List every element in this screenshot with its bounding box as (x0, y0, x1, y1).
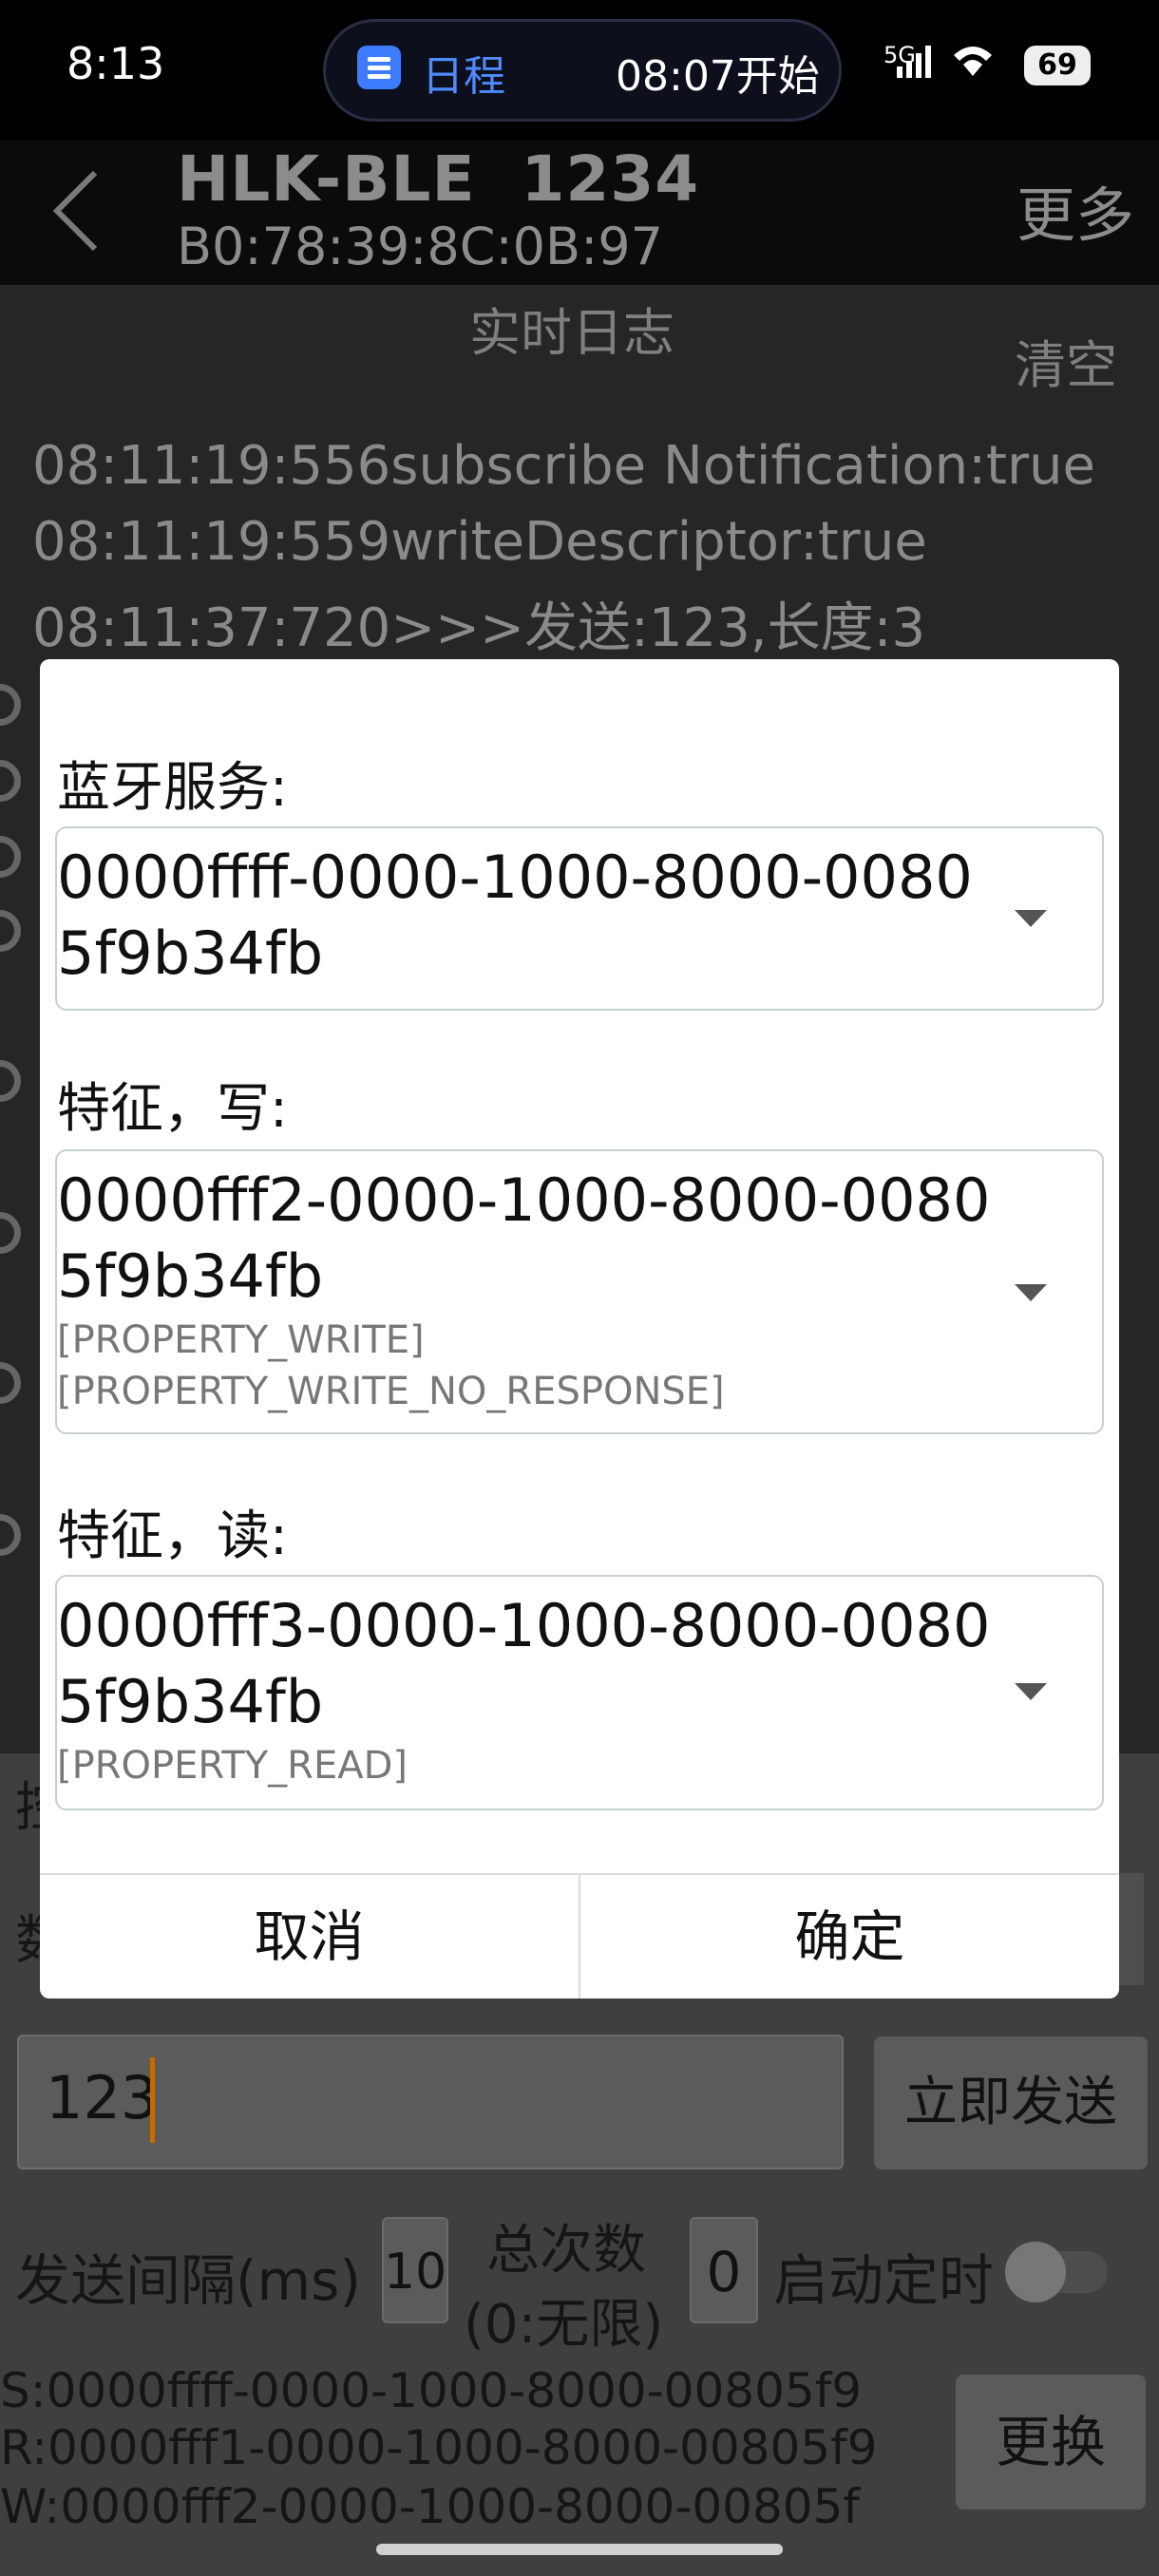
hidden-log-rows (0, 655, 42, 1786)
more-button[interactable]: 更多 (1016, 167, 1134, 253)
cancel-button[interactable]: 取消 (40, 1875, 579, 1998)
total-count-input[interactable]: 0 (690, 2217, 758, 2323)
service-uuid-line: S:0000ffff-0000-1000-8000-00805f9 (0, 2363, 863, 2418)
read-uuid: 0000fff3-0000-1000-8000-00805f9b34fb (57, 1591, 991, 1736)
device-title: HLK-BLE 1234 (177, 142, 700, 216)
write-characteristic-label: 特征，写: (57, 1078, 288, 1140)
interval-label: 发送间隔(ms) (15, 2248, 361, 2313)
send-now-button[interactable]: 立即发送 (874, 2036, 1148, 2169)
write-property: [PROPERTY_WRITE] (57, 1318, 425, 1362)
dropdown-arrow-icon (1015, 910, 1047, 927)
total-count-label: 总次数 (486, 2220, 646, 2282)
dropdown-arrow-icon (1015, 1284, 1047, 1301)
battery-icon: 69 (1024, 46, 1091, 85)
status-time: 8:13 (66, 38, 165, 89)
timer-toggle-knob[interactable] (1005, 2242, 1066, 2302)
change-button[interactable]: 更换 (956, 2375, 1146, 2510)
interval-input[interactable]: 10 (382, 2217, 448, 2323)
log-line: 08:11:19:556subscribe Notification:true (32, 435, 1095, 497)
select-characteristic-dialog: 蓝牙服务: 0000ffff-0000-1000-8000-00805f9b34… (40, 659, 1119, 1998)
log-title: 实时日志 (469, 303, 674, 363)
service-spinner[interactable]: 0000ffff-0000-1000-8000-00805f9b34fb (55, 826, 1104, 1011)
device-mac: B0:78:39:8C:0B:97 (177, 217, 663, 276)
read-property: [PROPERTY_READ] (57, 1744, 408, 1788)
back-arrow-icon[interactable] (44, 163, 110, 258)
log-line: 08:11:19:559writeDescriptor:true (32, 511, 927, 573)
battery-level: 69 (1037, 48, 1077, 82)
clear-button[interactable]: 清空 (1015, 323, 1117, 398)
write-uuid-line: W:0000fff2-0000-1000-8000-00805f (0, 2479, 861, 2534)
send-data-value: 123 (46, 2063, 159, 2132)
panel-button-partial[interactable] (1119, 1873, 1144, 1985)
read-characteristic-spinner[interactable]: 0000fff3-0000-1000-8000-00805f9b34fb [PR… (55, 1575, 1104, 1810)
write-uuid: 0000fff2-0000-1000-8000-00805f9b34fb (57, 1165, 991, 1311)
schedule-label: 日程 (422, 52, 505, 101)
calendar-icon (357, 46, 401, 89)
log-line: 08:11:37:720>>>发送:123,长度:3 (32, 597, 926, 659)
read-characteristic-label: 特征，读: (57, 1506, 288, 1567)
text-caret (150, 2057, 155, 2143)
schedule-time: 08:07开始 (616, 52, 820, 101)
write-property: [PROPERTY_WRITE_NO_RESPONSE] (57, 1370, 725, 1413)
read-uuid-line: R:0000fff1-0000-1000-8000-00805f9 (0, 2420, 878, 2475)
total-count-hint: (0:无限) (464, 2294, 664, 2356)
timer-label: 启动定时 (773, 2248, 995, 2313)
service-uuid: 0000ffff-0000-1000-8000-00805f9b34fb (57, 843, 973, 988)
service-label: 蓝牙服务: (57, 757, 288, 819)
dropdown-arrow-icon (1015, 1683, 1047, 1700)
write-characteristic-spinner[interactable]: 0000fff2-0000-1000-8000-00805f9b34fb [PR… (55, 1149, 1104, 1434)
confirm-button[interactable]: 确定 (580, 1875, 1119, 1998)
home-indicator[interactable] (376, 2544, 783, 2555)
